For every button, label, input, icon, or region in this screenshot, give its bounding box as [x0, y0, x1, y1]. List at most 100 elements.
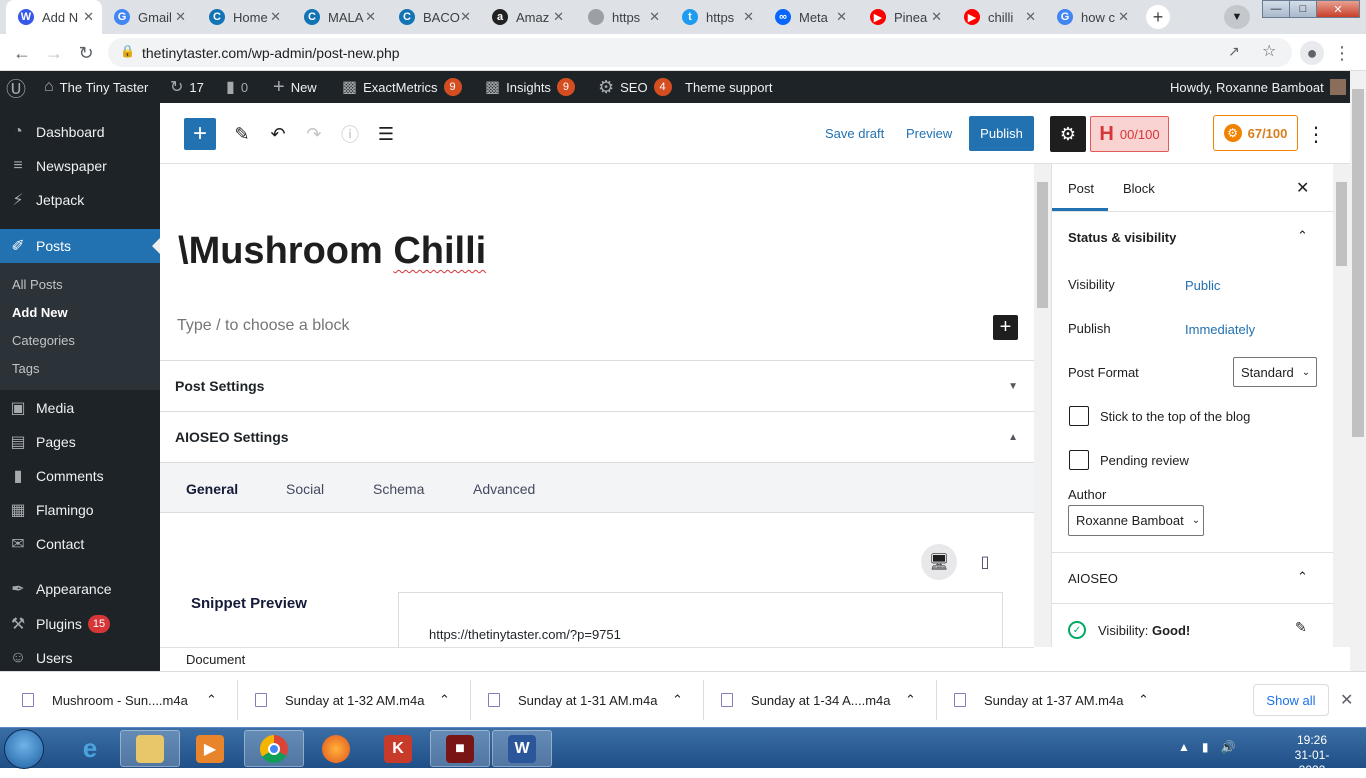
download-item[interactable]: Sunday at 1-31 AM.m4a: [488, 672, 657, 728]
chevron-up-icon[interactable]: ⌃: [672, 672, 683, 728]
close-tab-icon[interactable]: ✕: [175, 9, 186, 25]
preview-button[interactable]: Preview: [906, 126, 952, 141]
close-tab-icon[interactable]: ✕: [83, 9, 94, 25]
download-item[interactable]: Sunday at 1-32 AM.m4a: [255, 672, 424, 728]
sidebar-item-media[interactable]: ▣ Media: [0, 391, 160, 425]
info-icon[interactable]: ⓘ: [338, 122, 362, 146]
site-name-link[interactable]: ⌂ The Tiny Taster: [44, 71, 148, 103]
browser-tab[interactable]: W Add N ✕: [6, 0, 102, 34]
aioseo-score-button[interactable]: ⚙ 67/100: [1213, 115, 1298, 151]
seo-link[interactable]: ⚙ SEO 4: [598, 71, 672, 103]
download-item[interactable]: Sunday at 1-37 AM.m4a: [954, 672, 1123, 728]
sidebar-item-posts[interactable]: ✐ Posts: [0, 229, 160, 263]
sidebar-scrollbar[interactable]: [1333, 164, 1350, 647]
minimize-button[interactable]: —: [1262, 0, 1290, 18]
status-visibility-heading[interactable]: Status & visibility: [1068, 230, 1176, 245]
sidebar-item-appearance[interactable]: ✒ Appearance: [0, 572, 160, 606]
start-button[interactable]: [4, 729, 44, 769]
submenu-all-posts[interactable]: All Posts: [12, 277, 63, 292]
sidebar-item-contact[interactable]: ✉ Contact: [0, 527, 160, 561]
post-format-select[interactable]: Standard ⌄: [1233, 357, 1317, 387]
omnibox[interactable]: 🔒 thetinytaster.com/wp-admin/post-new.ph…: [108, 38, 1292, 67]
forward-icon[interactable]: →: [42, 41, 66, 65]
tab-post[interactable]: Post: [1068, 181, 1094, 196]
submenu-add-new[interactable]: Add New: [12, 305, 68, 320]
tab-schema[interactable]: Schema: [373, 481, 424, 497]
page-scrollbar-thumb[interactable]: [1352, 89, 1364, 437]
sidebar-item-pages[interactable]: ▤ Pages: [0, 425, 160, 459]
aioseo-heading[interactable]: AIOSEO: [1068, 571, 1118, 586]
post-title[interactable]: \Mushroom Chilli: [178, 230, 486, 273]
browser-tab[interactable]: ▶ chilli ✕: [952, 0, 1044, 34]
taskbar-word[interactable]: W: [492, 730, 552, 767]
taskbar-firefox[interactable]: [306, 730, 366, 767]
new-tab-button[interactable]: +: [1146, 5, 1170, 29]
publish-button[interactable]: Publish: [969, 116, 1034, 151]
chevron-up-icon[interactable]: ⌃: [439, 672, 450, 728]
close-window-button[interactable]: ✕: [1316, 0, 1360, 18]
share-icon[interactable]: ↗: [1228, 43, 1240, 60]
pending-review-checkbox[interactable]: [1069, 450, 1089, 470]
chevron-up-icon[interactable]: ⌃: [206, 672, 217, 728]
submenu-tags[interactable]: Tags: [12, 361, 39, 376]
publish-date-toggle[interactable]: Immediately: [1185, 322, 1255, 337]
volume-icon[interactable]: 🔊: [1221, 740, 1236, 754]
close-tab-icon[interactable]: ✕: [1025, 9, 1036, 25]
more-options-icon[interactable]: ⋮: [1306, 121, 1326, 147]
close-icon[interactable]: ✕: [1340, 690, 1353, 710]
document-breadcrumb[interactable]: Document: [186, 652, 245, 667]
chevron-up-icon[interactable]: ⌃: [1297, 228, 1308, 244]
maximize-button[interactable]: □: [1289, 0, 1317, 18]
author-select[interactable]: Roxanne Bamboat ⌄: [1068, 505, 1204, 536]
browser-tab[interactable]: C Home ✕: [197, 0, 289, 34]
close-tab-icon[interactable]: ✕: [931, 9, 942, 25]
block-inserter-button[interactable]: +: [184, 118, 216, 150]
reload-icon[interactable]: ↻: [74, 41, 98, 65]
pencil-icon[interactable]: ✎: [230, 122, 254, 146]
download-item[interactable]: Mushroom - Sun....m4a: [22, 672, 188, 728]
tab-search-button[interactable]: ▼: [1224, 5, 1250, 29]
comments-link[interactable]: ▮ 0: [226, 71, 248, 103]
tab-social[interactable]: Social: [286, 481, 324, 497]
my-account-link[interactable]: Howdy, Roxanne Bamboat: [1170, 71, 1346, 103]
bookmark-star-icon[interactable]: ☆: [1262, 41, 1276, 61]
taskbar-chrome[interactable]: [244, 730, 304, 767]
close-tab-icon[interactable]: ✕: [836, 9, 847, 25]
aioseo-settings-panel[interactable]: AIOSEO Settings ▲: [160, 411, 1034, 462]
chevron-up-icon[interactable]: ⌃: [905, 672, 916, 728]
close-icon[interactable]: ✕: [1296, 178, 1309, 198]
desktop-icon[interactable]: 🖥: [921, 544, 957, 580]
browser-tab[interactable]: ▶ Pinea ✕: [858, 0, 950, 34]
browser-menu-icon[interactable]: ⋮: [1330, 41, 1354, 65]
battery-icon[interactable]: ▮: [1202, 740, 1209, 754]
browser-tab[interactable]: G Gmail ✕: [102, 0, 194, 34]
sidebar-item-dashboard[interactable]: ◔ Dashboard: [0, 115, 160, 149]
visibility-toggle[interactable]: Public: [1185, 278, 1220, 293]
url-text[interactable]: thetinytaster.com/wp-admin/post-new.php: [142, 45, 400, 61]
insights-link[interactable]: ▩ Insights 9: [485, 71, 575, 103]
sidebar-item-newspaper[interactable]: ≡ Newspaper: [0, 149, 160, 183]
mobile-icon[interactable]: ▯: [974, 544, 996, 580]
updates-link[interactable]: ↻ 17: [170, 71, 204, 103]
browser-tab[interactable]: C MALA ✕: [292, 0, 384, 34]
submenu-categories[interactable]: Categories: [12, 333, 75, 348]
add-block-icon[interactable]: +: [993, 315, 1018, 340]
taskbar-ie[interactable]: e: [60, 730, 120, 767]
browser-tab[interactable]: t https ✕: [670, 0, 762, 34]
sidebar-item-plugins[interactable]: ⚒ Plugins 15: [0, 607, 160, 641]
exactmetrics-link[interactable]: ▩ ExactMetrics 9: [342, 71, 462, 103]
editor-scrollbar[interactable]: [1034, 164, 1051, 647]
taskbar-screen-recorder[interactable]: ■: [430, 730, 490, 767]
settings-gear-icon[interactable]: ⚙: [1050, 116, 1086, 152]
browser-tab[interactable]: ∞ Meta ✕: [763, 0, 855, 34]
tab-advanced[interactable]: Advanced: [473, 481, 535, 497]
save-draft-button[interactable]: Save draft: [825, 126, 884, 141]
sidebar-item-comments[interactable]: ▮ Comments: [0, 459, 160, 493]
headline-score-button[interactable]: H 00/100: [1090, 116, 1169, 152]
browser-tab[interactable]: a Amaz ✕: [480, 0, 572, 34]
sidebar-item-flamingo[interactable]: ▦ Flamingo: [0, 493, 160, 527]
taskbar-media[interactable]: ▶: [180, 730, 240, 767]
sidebar-item-jetpack[interactable]: ⚡ Jetpack: [0, 183, 160, 217]
close-tab-icon[interactable]: ✕: [743, 9, 754, 25]
new-content-link[interactable]: + New: [273, 71, 317, 103]
